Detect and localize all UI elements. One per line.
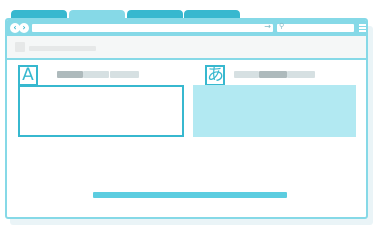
hamburger-menu-icon[interactable] — [359, 24, 366, 32]
target-label-bar — [259, 71, 287, 78]
source-glyph: A — [22, 65, 34, 85]
browser-toolbar: ‹ › → ⚲ — [7, 20, 366, 36]
source-language-icon[interactable]: A — [18, 65, 38, 86]
source-label-bar — [57, 71, 83, 78]
target-label-bar — [287, 71, 315, 78]
arrow-right-icon[interactable]: → — [264, 22, 271, 31]
search-input[interactable]: ⚲ — [277, 22, 354, 32]
page-header — [7, 36, 366, 60]
source-label-bar — [110, 71, 139, 78]
favicon-placeholder — [15, 42, 25, 52]
search-icon: ⚲ — [279, 22, 285, 30]
chevron-left-icon: ‹ — [13, 23, 17, 32]
page-title-placeholder — [29, 46, 96, 51]
source-label-bar — [83, 71, 109, 78]
target-glyph: あ — [207, 65, 224, 85]
target-language-icon[interactable]: あ — [205, 65, 225, 86]
browser-window: ‹ › → ⚲ A あ — [5, 18, 368, 219]
chevron-right-icon: › — [22, 23, 26, 32]
translation-output — [193, 85, 356, 137]
source-text-input[interactable] — [18, 85, 184, 137]
translate-button[interactable] — [93, 192, 287, 198]
target-label-bar — [234, 71, 259, 78]
address-bar[interactable]: → — [32, 22, 273, 32]
forward-button[interactable]: › — [19, 23, 29, 33]
